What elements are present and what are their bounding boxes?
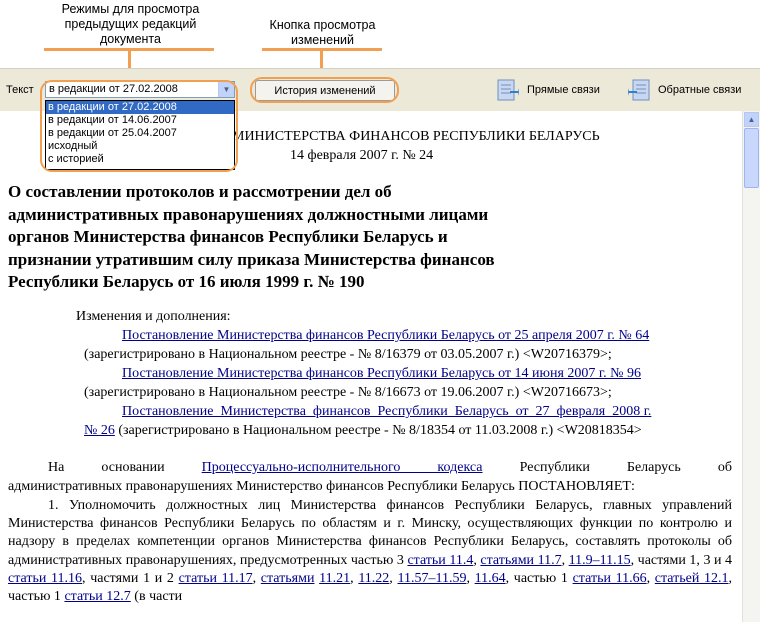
ref-link[interactable]: 11.21 — [319, 571, 350, 586]
amendment-link-3[interactable]: Постановление Министерства финансов Респ… — [122, 404, 651, 419]
callout-history: Кнопка просмотра изменений — [255, 18, 390, 48]
scroll-up-icon[interactable]: ▲ — [744, 112, 759, 127]
document-view: МИНИСТЕРСТВА ФИНАНСОВ РЕСПУБЛИКИ БЕЛАРУС… — [0, 111, 742, 622]
ref-link[interactable]: статьями — [261, 571, 315, 586]
ref-link[interactable]: статьи 11.17 — [179, 571, 253, 586]
amendment-reg-1: (зарегистрировано в Национальном реестре… — [84, 347, 612, 362]
vertical-scrollbar[interactable]: ▲ — [742, 111, 760, 622]
ref-link[interactable]: 11.22 — [358, 571, 389, 586]
ref-link[interactable]: статьи 11.16 — [8, 571, 82, 586]
paragraph-1: 1. Уполномочить должностных лиц Министер… — [8, 498, 733, 605]
title-line: Республики Беларусь от 16 июля 1999 г. №… — [8, 272, 365, 291]
title-line: административных правонарушениях должнос… — [8, 204, 489, 224]
callout-modes: Режимы для просмотра предыдущих редакций… — [48, 2, 213, 47]
ref-text: , частями 1 и 2 — [82, 570, 179, 586]
ref-text: (в части — [130, 589, 183, 605]
direct-links-icon — [497, 79, 519, 101]
ref-link[interactable]: статьей 12.1 — [655, 571, 729, 586]
title-line: органов Министерства финансов Республики… — [8, 227, 448, 246]
amendment-link-1[interactable]: Постановление Министерства финансов Респ… — [122, 328, 649, 343]
amendment-reg-2: (зарегистрировано в Национальном реестре… — [84, 385, 612, 400]
direct-links-label: Прямые связи — [527, 84, 600, 96]
reverse-links-label: Обратные связи — [658, 84, 742, 96]
ref-link[interactable]: статьями 11.7 — [480, 553, 561, 568]
amendment-link-3-number[interactable]: № 26 — [84, 423, 115, 438]
ref-link[interactable]: 11.64 — [475, 571, 506, 586]
ref-link[interactable]: 11.9–11.15 — [569, 553, 631, 568]
amendment-link-2[interactable]: Постановление Министерства финансов Респ… — [122, 366, 641, 381]
callout-modes-line3: документа — [100, 32, 161, 46]
callout-history-line1: Кнопка просмотра — [269, 18, 376, 32]
ref-link[interactable]: статьи 11.4 — [407, 553, 473, 568]
changes-label: Изменения и дополнения: — [76, 309, 231, 324]
code-link[interactable]: Процессуально-исполнительного кодекса — [202, 460, 483, 475]
callout-modes-line1: Режимы для просмотра — [61, 2, 200, 16]
ref-text: , частями 1, 3 и 4 — [630, 552, 733, 568]
callout-modes-line2: предыдущих редакций — [64, 17, 197, 31]
callout-history-line2: изменений — [291, 33, 354, 47]
title-line: признании утратившим силу приказа Минист… — [8, 249, 495, 269]
document-title: О составлении протоколов и рассмотрении … — [8, 181, 568, 294]
amendment-reg-3: (зарегистрировано в Национальном реестре… — [114, 423, 642, 438]
reverse-links-icon — [628, 79, 650, 101]
ref-link[interactable]: статьи 11.66 — [573, 571, 647, 586]
document-date: 14 февраля 2007 г. № 24 — [290, 148, 434, 163]
history-button-highlight — [250, 77, 399, 103]
edition-select-highlight — [40, 80, 238, 172]
basis-post: Республики Беларусь об — [482, 460, 732, 475]
ref-text: , частью 1 — [505, 570, 573, 586]
scroll-thumb[interactable] — [744, 128, 759, 188]
ref-link[interactable]: статьи 12.7 — [64, 589, 130, 604]
text-label: Текст — [6, 84, 34, 96]
ref-link[interactable]: 11.57–11.59 — [397, 571, 466, 586]
annotation-area: Режимы для просмотра предыдущих редакций… — [0, 0, 760, 82]
ministry-heading: МИНИСТЕРСТВА ФИНАНСОВ РЕСПУБЛИКИ БЕЛАРУС… — [232, 129, 600, 144]
basis-line-2: административных правонарушениях Министе… — [8, 479, 635, 494]
title-line: О составлении протоколов и рассмотрении … — [8, 182, 392, 201]
basis-line: На основании Процессуально-исполнительно… — [48, 459, 732, 477]
basis-pre: На основании — [48, 460, 202, 475]
